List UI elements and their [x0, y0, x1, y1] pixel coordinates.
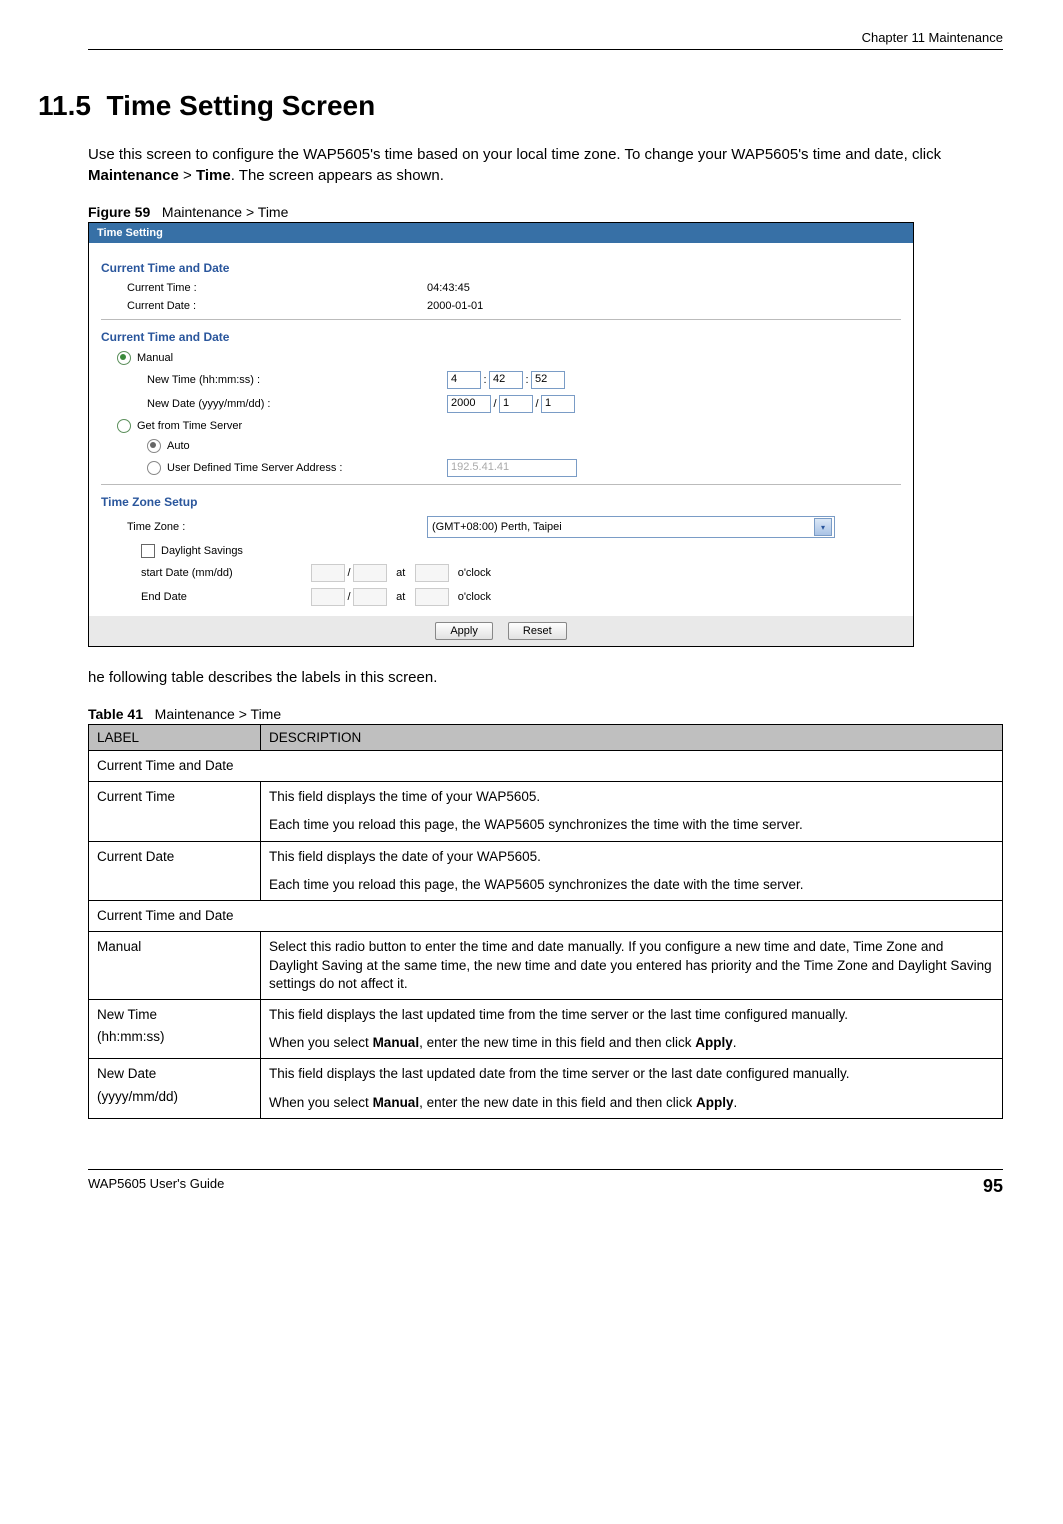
table-cell-label: New Time (hh:mm:ss) — [89, 999, 261, 1058]
divider — [101, 319, 901, 320]
table-cell-desc: This field displays the date of your WAP… — [261, 841, 1003, 900]
label-new-time: New Time (hh:mm:ss) : — [101, 374, 447, 386]
input-end-mm[interactable] — [311, 588, 345, 606]
table-cell-label: Manual — [89, 932, 261, 1000]
group-current-time-date: Current Time and Date — [101, 261, 901, 275]
group-current-time-date-2: Current Time and Date — [101, 330, 901, 344]
input-yyyy[interactable]: 2000 — [447, 395, 491, 413]
radio-auto[interactable] — [147, 439, 161, 453]
input-start-hour[interactable] — [415, 564, 449, 582]
input-start-dd[interactable] — [353, 564, 387, 582]
table-section-header: Current Time and Date — [89, 901, 1003, 932]
label-current-date: Current Date : — [101, 300, 427, 312]
checkbox-daylight[interactable] — [141, 544, 155, 558]
intro-paragraph: Use this screen to configure the WAP5605… — [88, 144, 1003, 186]
col-header-description: DESCRIPTION — [261, 725, 1003, 751]
table-cell-desc: This field displays the last updated tim… — [261, 999, 1003, 1058]
figure-caption: Figure 59 Maintenance > Time — [88, 204, 1003, 220]
table-section-header: Current Time and Date — [89, 751, 1003, 782]
input-end-dd[interactable] — [353, 588, 387, 606]
table-caption: Table 41 Maintenance > Time — [88, 706, 1003, 722]
input-start-mm[interactable] — [311, 564, 345, 582]
page-number: 95 — [983, 1176, 1003, 1197]
label-time-zone: Time Zone : — [101, 521, 427, 533]
radio-user-defined-row[interactable]: User Defined Time Server Address : — [101, 461, 447, 475]
chapter-header: Chapter 11 Maintenance — [88, 30, 1003, 50]
input-hh[interactable]: 4 — [447, 371, 481, 389]
radio-get-server-row[interactable]: Get from Time Server — [101, 419, 417, 433]
radio-user-defined[interactable] — [147, 461, 161, 475]
checkbox-daylight-row[interactable]: Daylight Savings — [101, 544, 441, 558]
panel-title: Time Setting — [89, 223, 913, 243]
chevron-down-icon[interactable]: ▾ — [814, 518, 832, 536]
table-intro: he following table describes the labels … — [88, 667, 1003, 688]
input-server-ip[interactable]: 192.5.41.41 — [447, 459, 577, 477]
input-day[interactable]: 1 — [541, 395, 575, 413]
col-header-label: LABEL — [89, 725, 261, 751]
input-month[interactable]: 1 — [499, 395, 533, 413]
input-end-hour[interactable] — [415, 588, 449, 606]
input-mm[interactable]: 42 — [489, 371, 523, 389]
radio-get-server[interactable] — [117, 419, 131, 433]
reset-button[interactable]: Reset — [508, 622, 567, 640]
value-current-date: 2000-01-01 — [427, 300, 901, 312]
input-ss[interactable]: 52 — [531, 371, 565, 389]
radio-manual-row[interactable]: Manual — [101, 351, 417, 365]
table-cell-desc: This field displays the time of your WAP… — [261, 782, 1003, 841]
label-start-date: start Date (mm/dd) — [101, 567, 311, 579]
footer-guide: WAP5605 User's Guide — [88, 1176, 224, 1197]
table-cell-desc: This field displays the last updated dat… — [261, 1059, 1003, 1118]
table-cell-desc: Select this radio button to enter the ti… — [261, 932, 1003, 1000]
page-footer: WAP5605 User's Guide 95 — [88, 1169, 1003, 1197]
group-time-zone: Time Zone Setup — [101, 495, 901, 509]
section-title-text: Time Setting Screen — [107, 90, 376, 121]
section-number: 11.5 — [38, 90, 91, 121]
apply-button[interactable]: Apply — [435, 622, 493, 640]
select-time-zone[interactable]: (GMT+08:00) Perth, Taipei ▾ — [427, 516, 835, 538]
divider — [101, 484, 901, 485]
table-cell-label: New Date (yyyy/mm/dd) — [89, 1059, 261, 1118]
radio-auto-row[interactable]: Auto — [101, 439, 447, 453]
table-cell-label: Current Date — [89, 841, 261, 900]
label-new-date: New Date (yyyy/mm/dd) : — [101, 398, 447, 410]
value-current-time: 04:43:45 — [427, 282, 901, 294]
screenshot-time-setting: Time Setting Current Time and Date Curre… — [88, 222, 914, 647]
label-current-time: Current Time : — [101, 282, 427, 294]
description-table: LABEL DESCRIPTION Current Time and Date … — [88, 724, 1003, 1119]
radio-manual[interactable] — [117, 351, 131, 365]
table-cell-label: Current Time — [89, 782, 261, 841]
section-heading: 11.5 Time Setting Screen — [38, 90, 1003, 122]
label-end-date: End Date — [101, 591, 311, 603]
